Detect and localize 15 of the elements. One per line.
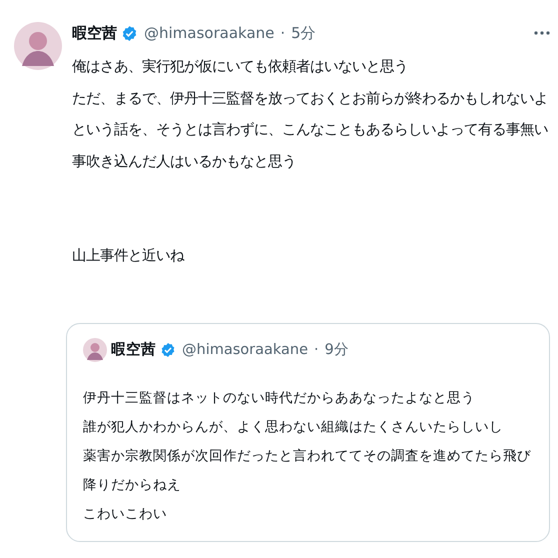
post-time[interactable]: 5分 bbox=[291, 24, 316, 42]
avatar-icon[interactable] bbox=[83, 338, 107, 362]
author-handle[interactable]: @himasoraakane bbox=[144, 24, 274, 42]
author-name[interactable]: 暇空茜 bbox=[72, 24, 117, 42]
tweet-text: 山上事件と近いね bbox=[72, 247, 186, 266]
more-options-icon[interactable] bbox=[534, 31, 550, 35]
author-handle[interactable]: @himasoraakane bbox=[182, 342, 308, 358]
tweet-text: 俺はさあ、実行犯が仮にいても依頼者はいないと思う ただ、まるで、伊丹十三監督を放っておくとお前らが終わるかもしれないよ という話を、そうとは言わずに、こんなこともあるらしいよって有る事無い 事吹き込んだ人はいるかもなと思う bbox=[72, 58, 549, 172]
quoted-tweet[interactable]: 暇空茜 @himasoraakane · 9分 伊丹十三監督はネットのない時代だからああなったよなと思う 誰が犯人かわからんが、よく思わない組織はたくさんいたらしいし 薬害か宗教関係が次回作だったと言われててその調査を進めてたら飛び 降りだからねえ こわいこわい bbox=[66, 322, 550, 542]
separator-dot: · bbox=[314, 342, 319, 358]
quoted-tweet-text: 伊丹十三監督はネットのない時代だからああなったよなと思う 誰が犯人かわからんが、よく思わない組織はたくさんいたらしいし 薬害か宗教関係が次回作だったと言われててその調査を進めてたら飛び 降りだからねえ こわいこわい bbox=[83, 388, 532, 524]
avatar-icon[interactable] bbox=[14, 22, 62, 70]
separator-dot: · bbox=[280, 24, 286, 42]
post-time[interactable]: 9分 bbox=[324, 340, 349, 359]
author-name[interactable]: 暇空茜 bbox=[111, 340, 156, 359]
